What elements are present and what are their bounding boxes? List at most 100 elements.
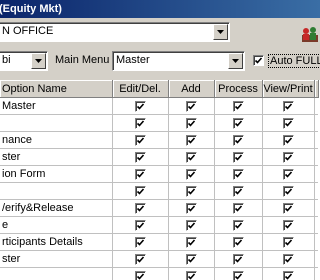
checkmark-icon bbox=[234, 222, 242, 229]
table-row[interactable] bbox=[0, 182, 318, 200]
process-cell bbox=[214, 148, 263, 166]
edit-del-checkbox[interactable] bbox=[134, 168, 146, 180]
column-header-edit-del[interactable]: Edit/Del. bbox=[112, 80, 169, 98]
edit-del-cell bbox=[112, 267, 169, 280]
main-menu-dropdown[interactable]: Master bbox=[112, 51, 245, 71]
add-checkbox[interactable] bbox=[185, 151, 197, 163]
checkmark-icon bbox=[234, 256, 242, 263]
column-header-option-name[interactable]: Option Name bbox=[0, 80, 113, 98]
branch-dropdown[interactable]: N OFFICE bbox=[0, 22, 230, 42]
add-checkbox[interactable] bbox=[185, 117, 197, 129]
edit-del-cell bbox=[112, 114, 169, 132]
table-row[interactable]: e bbox=[0, 216, 318, 234]
edit-del-checkbox[interactable] bbox=[134, 134, 146, 146]
edit-del-checkbox[interactable] bbox=[134, 185, 146, 197]
checkmark-icon bbox=[187, 188, 195, 195]
process-checkbox[interactable] bbox=[232, 168, 244, 180]
table-row[interactable]: ster bbox=[0, 148, 318, 166]
add-checkbox[interactable] bbox=[185, 168, 197, 180]
option-name-cell: /erify&Release bbox=[0, 199, 113, 217]
view-print-checkbox[interactable] bbox=[282, 219, 294, 231]
process-checkbox[interactable] bbox=[232, 219, 244, 231]
branch-dropdown-button[interactable] bbox=[213, 24, 228, 40]
view-print-checkbox[interactable] bbox=[282, 202, 294, 214]
checkmark-icon bbox=[234, 137, 242, 144]
add-checkbox[interactable] bbox=[185, 100, 197, 112]
process-checkbox[interactable] bbox=[232, 185, 244, 197]
table-row[interactable]: rticipants Details bbox=[0, 233, 318, 251]
checkmark-icon bbox=[234, 273, 242, 280]
options-grid[interactable]: Option Name Edit/Del. Add Process View/P… bbox=[0, 80, 320, 280]
add-cell bbox=[168, 148, 215, 166]
user-value: bi bbox=[2, 54, 11, 66]
view-print-checkbox[interactable] bbox=[282, 168, 294, 180]
add-cell bbox=[168, 131, 215, 149]
view-print-cell bbox=[262, 233, 315, 251]
add-checkbox[interactable] bbox=[185, 236, 197, 248]
view-print-checkbox[interactable] bbox=[282, 151, 294, 163]
extra-cell bbox=[314, 250, 318, 268]
add-checkbox[interactable] bbox=[185, 270, 197, 280]
users-icon[interactable] bbox=[302, 26, 318, 42]
checkmark-icon bbox=[136, 137, 144, 144]
checkmark-icon bbox=[284, 188, 292, 195]
user-dropdown[interactable]: bi bbox=[0, 51, 48, 71]
view-print-cell bbox=[262, 216, 315, 234]
checkmark-icon bbox=[187, 154, 195, 161]
process-checkbox[interactable] bbox=[232, 117, 244, 129]
add-checkbox[interactable] bbox=[185, 185, 197, 197]
view-print-checkbox[interactable] bbox=[282, 100, 294, 112]
view-print-checkbox[interactable] bbox=[282, 253, 294, 265]
edit-del-checkbox[interactable] bbox=[134, 202, 146, 214]
add-checkbox[interactable] bbox=[185, 253, 197, 265]
process-cell bbox=[214, 216, 263, 234]
view-print-cell bbox=[262, 182, 315, 200]
column-header-view-print[interactable]: View/Print bbox=[262, 80, 315, 98]
process-checkbox[interactable] bbox=[232, 270, 244, 280]
main-menu-dropdown-button[interactable] bbox=[228, 53, 243, 69]
edit-del-checkbox[interactable] bbox=[134, 236, 146, 248]
table-row[interactable]: /erify&Release bbox=[0, 199, 318, 217]
column-header-process[interactable]: Process bbox=[214, 80, 263, 98]
view-print-cell bbox=[262, 148, 315, 166]
checkmark-icon bbox=[136, 171, 144, 178]
table-row[interactable]: ster bbox=[0, 250, 318, 268]
user-dropdown-button[interactable] bbox=[31, 53, 46, 69]
table-row[interactable]: ion Form bbox=[0, 165, 318, 183]
edit-del-checkbox[interactable] bbox=[134, 253, 146, 265]
table-row[interactable] bbox=[0, 267, 318, 280]
process-checkbox[interactable] bbox=[232, 134, 244, 146]
checkmark-icon bbox=[284, 171, 292, 178]
process-checkbox[interactable] bbox=[232, 100, 244, 112]
table-row[interactable]: nance bbox=[0, 131, 318, 149]
edit-del-checkbox[interactable] bbox=[134, 100, 146, 112]
edit-del-checkbox[interactable] bbox=[134, 270, 146, 280]
checkmark-icon bbox=[234, 239, 242, 246]
process-checkbox[interactable] bbox=[232, 253, 244, 265]
edit-del-checkbox[interactable] bbox=[134, 117, 146, 129]
auto-full-checkbox[interactable] bbox=[253, 55, 264, 66]
auto-full-label: Auto FULL L bbox=[268, 54, 320, 68]
edit-del-checkbox[interactable] bbox=[134, 151, 146, 163]
view-print-cell bbox=[262, 267, 315, 280]
edit-del-checkbox[interactable] bbox=[134, 219, 146, 231]
view-print-checkbox[interactable] bbox=[282, 117, 294, 129]
table-row[interactable] bbox=[0, 114, 318, 132]
view-print-checkbox[interactable] bbox=[282, 134, 294, 146]
view-print-checkbox[interactable] bbox=[282, 270, 294, 280]
option-name-cell: e bbox=[0, 216, 113, 234]
process-checkbox[interactable] bbox=[232, 236, 244, 248]
column-header-add[interactable]: Add bbox=[168, 80, 215, 98]
process-checkbox[interactable] bbox=[232, 151, 244, 163]
option-name-cell bbox=[0, 182, 113, 200]
process-checkbox[interactable] bbox=[232, 202, 244, 214]
add-checkbox[interactable] bbox=[185, 219, 197, 231]
add-checkbox[interactable] bbox=[185, 202, 197, 214]
checkmark-icon bbox=[234, 188, 242, 195]
view-print-checkbox[interactable] bbox=[282, 185, 294, 197]
view-print-checkbox[interactable] bbox=[282, 236, 294, 248]
add-checkbox[interactable] bbox=[185, 134, 197, 146]
table-row[interactable]: Master bbox=[0, 97, 318, 115]
extra-cell bbox=[314, 114, 318, 132]
checkmark-icon bbox=[187, 103, 195, 110]
